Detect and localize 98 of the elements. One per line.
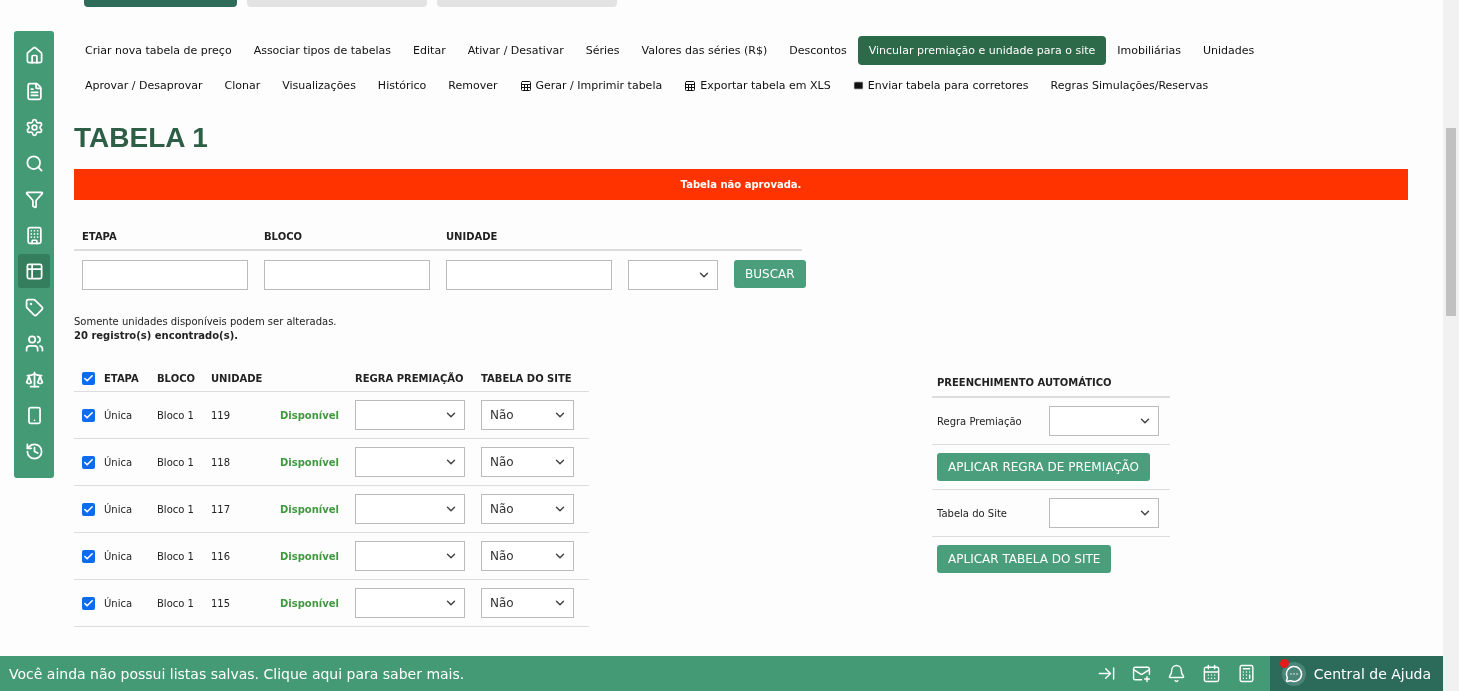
- table-cell-text: 117: [211, 503, 232, 515]
- filter-label: UNIDADE: [438, 224, 620, 251]
- page-title: TABELA 1: [74, 122, 209, 154]
- menu-link[interactable]: Clonar: [213, 71, 272, 100]
- status-text: Disponível: [280, 597, 340, 609]
- table-cell-text: 119: [211, 409, 232, 421]
- scrollbar[interactable]: [1443, 0, 1459, 691]
- menu-link[interactable]: Visualizações: [271, 71, 367, 100]
- status-text: Disponível: [280, 550, 340, 562]
- checkbox[interactable]: [82, 549, 95, 563]
- table-icon: [24, 261, 44, 281]
- select-field[interactable]: [355, 494, 465, 524]
- table-cell-text: Bloco 1: [157, 550, 195, 562]
- filter-label: ETAPA: [74, 224, 256, 251]
- table-cell-text: Única: [104, 597, 134, 609]
- select-field[interactable]: Não: [481, 447, 574, 477]
- select-field[interactable]: [355, 447, 465, 477]
- menu-link[interactable]: Gerar / Imprimir tabela: [508, 71, 674, 100]
- document-icon: [24, 81, 44, 101]
- record-count: 20 registro(s) encontrado(s).: [74, 330, 239, 341]
- menu-link[interactable]: Aprovar / Desaprovar: [74, 71, 214, 100]
- table-cell-text: Única: [104, 409, 134, 421]
- field-label: Tabela do Site: [937, 507, 1008, 519]
- arrow-to-line-icon[interactable]: [1096, 664, 1116, 683]
- table-cell-text: Bloco 1: [157, 456, 195, 468]
- select-field[interactable]: [355, 541, 465, 571]
- menu-link[interactable]: Associar tipos de tabelas: [242, 36, 403, 65]
- menu-link[interactable]: Remover: [437, 71, 509, 100]
- menu-link[interactable]: Enviar tabela para corretores: [841, 71, 1040, 100]
- select-field[interactable]: Não: [481, 541, 574, 571]
- history-icon: [24, 441, 44, 461]
- menu-link[interactable]: Editar: [402, 36, 457, 65]
- chat-icon: [1284, 664, 1303, 683]
- table-cell-text: Bloco 1: [157, 409, 195, 421]
- settings-icon: [24, 117, 44, 137]
- field-label: Regra Premiação: [937, 415, 1023, 427]
- menu-link[interactable]: Vincular premiação e unidade para o site: [857, 36, 1107, 65]
- select-field[interactable]: Não: [481, 588, 574, 618]
- table-cell-text: Única: [104, 550, 134, 562]
- checkbox[interactable]: [82, 371, 95, 385]
- table-cell-text: Bloco 1: [157, 597, 195, 609]
- calendar-icon[interactable]: [1201, 664, 1221, 683]
- building-icon: [24, 225, 44, 245]
- sheet-icon: [684, 79, 697, 92]
- alert-banner: Tabela não aprovada.: [74, 169, 1408, 200]
- menu-link[interactable]: Criar nova tabela de preço: [74, 36, 243, 65]
- menu-link[interactable]: Imobiliárias: [1106, 36, 1192, 65]
- select-field[interactable]: Não: [481, 494, 574, 524]
- checkbox[interactable]: [82, 596, 95, 610]
- menu-link[interactable]: Histórico: [366, 71, 438, 100]
- column-header: REGRA PREMIAÇÃO: [355, 372, 465, 384]
- column-header: TABELA DO SITE: [481, 372, 573, 384]
- menu-link[interactable]: Exportar tabela em XLS: [673, 71, 842, 100]
- column-header: UNIDADE: [211, 372, 264, 384]
- table-cell-text: Única: [104, 456, 134, 468]
- select-field[interactable]: [1049, 498, 1159, 528]
- checkbox[interactable]: [82, 455, 95, 469]
- status-text: Disponível: [280, 456, 340, 468]
- scrollbar-thumb[interactable]: [1446, 128, 1456, 316]
- menu-link[interactable]: Ativar / Desativar: [456, 36, 575, 65]
- sidebar-item[interactable]: [18, 254, 50, 288]
- menu-link[interactable]: Valores das séries (R$): [630, 36, 779, 65]
- table-cell-text: 118: [211, 456, 232, 468]
- table-cell-text: Única: [104, 503, 134, 515]
- menu-link[interactable]: Descontos: [778, 36, 858, 65]
- input-field[interactable]: [82, 260, 248, 290]
- filter-label: BLOCO: [256, 224, 438, 251]
- select-field[interactable]: [355, 588, 465, 618]
- info-text: Somente unidades disponíveis podem ser alteradas.: [74, 316, 338, 327]
- column-header: ETAPA: [104, 372, 140, 384]
- status-text: Disponível: [280, 503, 340, 515]
- select-field[interactable]: Não: [481, 400, 574, 430]
- table-cell-text: 115: [211, 597, 232, 609]
- status-text: Disponível: [280, 409, 340, 421]
- panel-title: PREENCHIMENTO AUTOMÁTICO: [932, 369, 1170, 398]
- tag-icon: [24, 297, 44, 317]
- column-header: BLOCO: [157, 372, 196, 384]
- checkbox[interactable]: [82, 502, 95, 516]
- menu-link[interactable]: Regras Simulações/Reservas: [1039, 71, 1220, 100]
- select-field[interactable]: [355, 400, 465, 430]
- menu-link[interactable]: Séries: [574, 36, 631, 65]
- input-field[interactable]: [264, 260, 430, 290]
- home-icon: [24, 45, 44, 65]
- search-icon: [24, 153, 44, 173]
- table-cell-text: Bloco 1: [157, 503, 195, 515]
- select-field[interactable]: [628, 260, 718, 290]
- sheet-icon: [519, 79, 532, 92]
- calculator-icon[interactable]: [1236, 664, 1256, 683]
- bell-icon[interactable]: [1166, 664, 1186, 683]
- users-icon: [24, 333, 44, 353]
- table-cell-text: 116: [211, 550, 232, 562]
- input-field[interactable]: [446, 260, 612, 290]
- menu-link[interactable]: Unidades: [1191, 36, 1266, 65]
- scale-icon: [24, 369, 44, 389]
- select-field[interactable]: [1049, 406, 1159, 436]
- filter-icon: [24, 189, 44, 209]
- help-button[interactable]: Central de Ajuda: [1269, 656, 1443, 691]
- checkbox[interactable]: [82, 408, 95, 422]
